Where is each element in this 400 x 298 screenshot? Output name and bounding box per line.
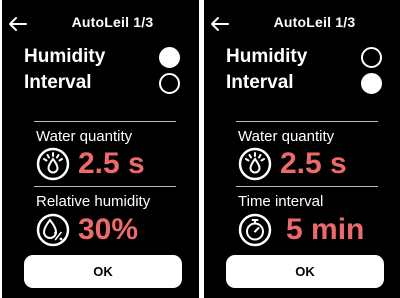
water-quantity-value[interactable]: 2.5 s (280, 147, 347, 181)
relative-humidity-value[interactable]: 30% (78, 213, 138, 247)
page-title: AutoLeil 1/3 (71, 14, 154, 30)
header: AutoLeil 1/3 (204, 12, 400, 36)
ok-button[interactable]: OK (24, 255, 182, 288)
divider (236, 121, 378, 122)
option-humidity-label: Humidity (226, 46, 308, 67)
relative-humidity-label: Relative humidity (36, 193, 151, 210)
option-humidity[interactable]: Humidity (24, 44, 192, 70)
water-spray-icon (36, 147, 70, 181)
water-spray-icon (238, 147, 272, 181)
humidity-radio[interactable] (361, 47, 382, 68)
interval-radio[interactable] (361, 73, 382, 94)
option-interval[interactable]: Interval (226, 70, 394, 96)
time-interval-value[interactable]: 5 min (286, 213, 364, 247)
timer-icon (238, 213, 272, 247)
humidity-radio[interactable] (159, 47, 180, 68)
screen-interval-mode: AutoLeil 1/3 Humidity Interval Water qua… (204, 0, 400, 298)
humidity-percent-icon (36, 213, 70, 247)
option-interval[interactable]: Interval (24, 70, 192, 96)
option-humidity-label: Humidity (24, 46, 106, 67)
back-arrow-icon[interactable] (8, 16, 28, 32)
time-interval-label: Time interval (238, 193, 324, 210)
water-quantity-label: Water quantity (36, 128, 133, 145)
ok-button[interactable]: OK (226, 255, 384, 288)
page-title: AutoLeil 1/3 (273, 14, 356, 30)
water-quantity-value[interactable]: 2.5 s (78, 147, 145, 181)
option-interval-label: Interval (226, 72, 294, 93)
divider (34, 186, 176, 187)
back-arrow-icon[interactable] (210, 16, 230, 32)
divider (34, 121, 176, 122)
option-humidity[interactable]: Humidity (226, 44, 394, 70)
interval-radio[interactable] (159, 73, 180, 94)
water-quantity-label: Water quantity (238, 128, 335, 145)
divider (236, 186, 378, 187)
header: AutoLeil 1/3 (2, 12, 199, 36)
option-interval-label: Interval (24, 72, 92, 93)
screen-humidity-mode: AutoLeil 1/3 Humidity Interval Water qua… (2, 0, 199, 298)
